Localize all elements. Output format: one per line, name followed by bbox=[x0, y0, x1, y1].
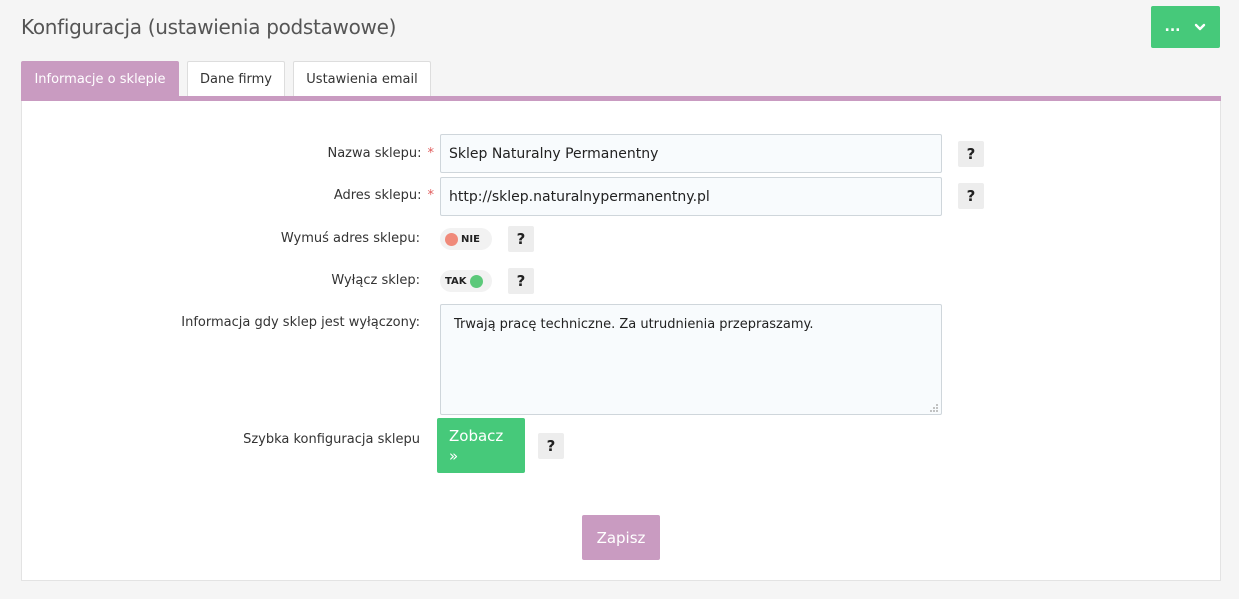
disabled-info-label: Informacja gdy sklep jest wyłączony: bbox=[181, 315, 420, 330]
question-icon: ? bbox=[546, 437, 556, 455]
help-button-shop-name[interactable]: ? bbox=[958, 141, 984, 167]
question-icon: ? bbox=[516, 230, 526, 248]
help-button-quick-config[interactable]: ? bbox=[538, 433, 564, 459]
actions-menu-button[interactable]: ... bbox=[1151, 6, 1220, 48]
disabled-info-textarea[interactable]: Trwają pracę techniczne. Za utrudnienia … bbox=[440, 304, 942, 415]
required-mark: * bbox=[427, 188, 435, 203]
page-title: Konfiguracja (ustawienia podstawowe) bbox=[21, 15, 397, 39]
resize-grip-icon[interactable] bbox=[929, 403, 939, 413]
tab-shop-info-label: Informacje o sklepie bbox=[34, 72, 166, 87]
tab-email-settings[interactable]: Ustawienia email bbox=[293, 61, 431, 96]
help-button-force-address[interactable]: ? bbox=[508, 226, 534, 252]
question-icon: ? bbox=[516, 272, 526, 290]
force-address-label: Wymuś adres sklepu: bbox=[280, 231, 420, 246]
question-icon: ? bbox=[966, 145, 976, 163]
force-address-toggle[interactable]: NIE bbox=[440, 228, 492, 250]
required-mark: * bbox=[427, 146, 435, 161]
actions-menu-label: ... bbox=[1164, 19, 1181, 35]
chevron-down-icon bbox=[1195, 23, 1206, 31]
shop-name-label-text: Nazwa sklepu: bbox=[327, 146, 422, 161]
save-button[interactable]: Zapisz bbox=[582, 515, 660, 560]
tab-email-settings-label: Ustawienia email bbox=[306, 71, 418, 87]
toggle-text: TAK bbox=[445, 275, 467, 287]
shop-name-label: Nazwa sklepu: * bbox=[327, 146, 434, 161]
toggle-off-dot bbox=[445, 232, 458, 246]
help-button-shop-address[interactable]: ? bbox=[958, 183, 984, 209]
question-icon: ? bbox=[966, 187, 976, 205]
shop-name-input[interactable] bbox=[440, 134, 942, 173]
tab-shop-info[interactable]: Informacje o sklepie bbox=[21, 61, 179, 97]
help-button-disable-shop[interactable]: ? bbox=[508, 268, 534, 294]
toggle-on-dot bbox=[469, 274, 483, 288]
disable-shop-label: Wyłącz sklep: bbox=[331, 273, 420, 288]
tab-company-data[interactable]: Dane firmy bbox=[187, 61, 285, 96]
shop-address-input[interactable] bbox=[440, 177, 942, 216]
toggle-text: NIE bbox=[461, 233, 480, 245]
shop-address-label: Adres sklepu: * bbox=[334, 188, 434, 203]
shop-address-label-text: Adres sklepu: bbox=[333, 188, 422, 203]
disable-shop-toggle[interactable]: TAK bbox=[440, 270, 492, 292]
quick-config-see-button[interactable]: Zobacz » bbox=[437, 418, 525, 473]
quick-config-label: Szybka konfiguracja sklepu bbox=[243, 432, 420, 447]
tab-company-data-label: Dane firmy bbox=[199, 71, 272, 87]
